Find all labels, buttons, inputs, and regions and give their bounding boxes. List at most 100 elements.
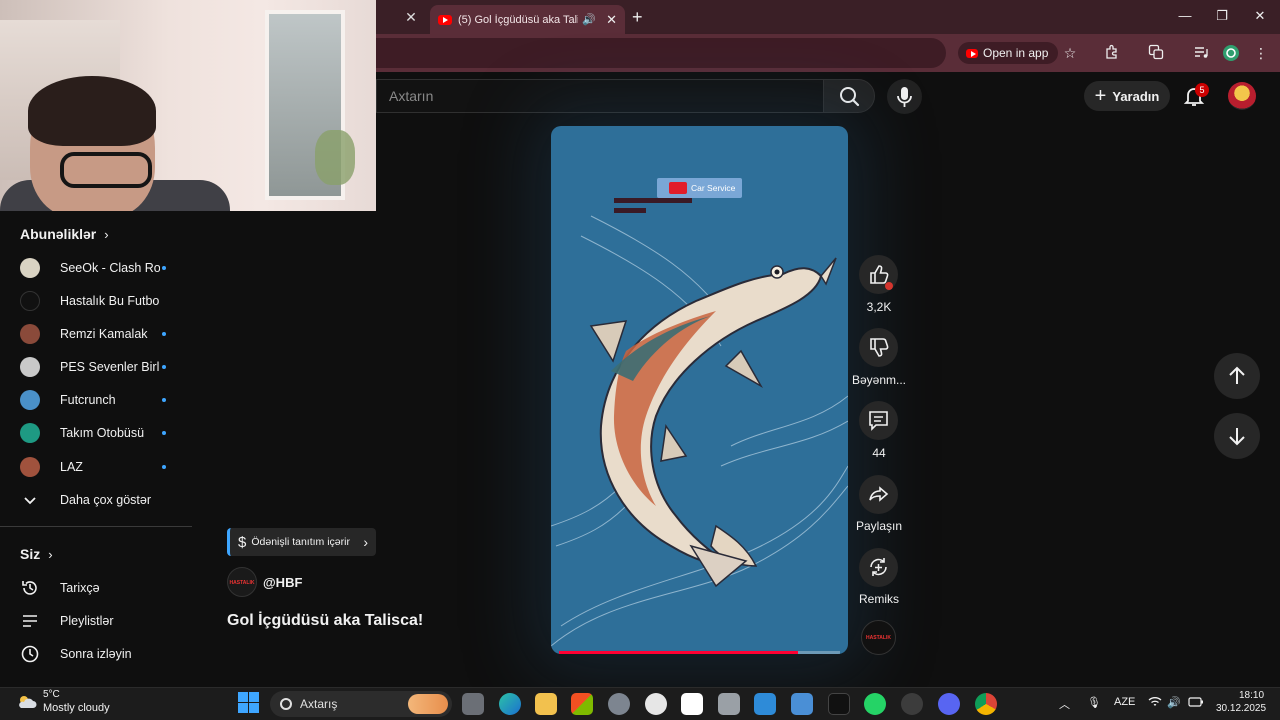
settings-gear-icon[interactable] — [608, 693, 630, 715]
search-input[interactable] — [377, 80, 823, 112]
restore-icon[interactable]: ❐ — [1212, 8, 1232, 24]
sidebar: Abunəliklər › SeeOk - Clash Ro... Hastal… — [0, 211, 192, 687]
input-language[interactable]: AZE — [1114, 696, 1135, 708]
voice-search-button[interactable] — [887, 79, 922, 114]
arrow-down-icon — [1229, 428, 1245, 446]
clock-time[interactable]: 18:10 — [1239, 690, 1264, 701]
browser-menu-icon[interactable]: ⋮ — [1252, 44, 1270, 62]
create-button[interactable]: + Yaradın — [1084, 81, 1170, 111]
recorder-icon[interactable] — [901, 693, 923, 715]
search-icon — [280, 698, 292, 710]
channel-avatar — [20, 323, 40, 344]
show-hidden-icons-icon[interactable]: ︿ — [1059, 696, 1070, 712]
share-label: Paylaşın — [855, 519, 903, 533]
new-content-dot — [162, 364, 166, 369]
search-button[interactable] — [823, 79, 875, 113]
new-content-dot — [162, 397, 166, 402]
taskbar-search-label: Axtarış — [300, 697, 338, 711]
channel-avatar-mini[interactable]: HASTALIK — [861, 620, 896, 655]
usb-drive-icon[interactable] — [718, 693, 740, 715]
video-title: Gol İçgüdüsü aka Talisca! — [227, 612, 424, 629]
new-tab-icon[interactable]: + — [632, 7, 643, 28]
plus-icon: + — [1094, 85, 1107, 107]
weather-cloud-icon[interactable] — [16, 693, 38, 711]
close-tab-icon[interactable]: ✕ — [606, 12, 617, 28]
sidebar-subscription[interactable]: Remzi Kamalak — [0, 317, 192, 350]
translate-icon[interactable] — [1147, 44, 1165, 62]
clock-date[interactable]: 30.12.2025 — [1216, 703, 1266, 714]
microphone-in-use-icon[interactable]: 🎙 — [1087, 696, 1101, 709]
weather-description: Mostly cloudy — [43, 702, 110, 714]
sidebar-subscription[interactable]: SeeOk - Clash Ro... — [0, 251, 192, 284]
file-explorer-icon[interactable] — [535, 693, 557, 715]
show-more-button[interactable]: Daha çox göstər — [0, 483, 192, 516]
sidebar-subscription[interactable]: Hastalık Bu Futbol — [0, 284, 192, 317]
sidebar-item-playlists[interactable]: Pleylistlər — [0, 604, 192, 637]
bookmark-star-icon[interactable]: ☆ — [1061, 44, 1079, 62]
windows-start-icon[interactable] — [238, 692, 259, 713]
chevron-right-icon: › — [363, 534, 368, 550]
sidebar-subscription[interactable]: LAZ — [0, 450, 192, 483]
volume-icon[interactable]: 🔊 — [1167, 696, 1181, 709]
audio-playing-icon[interactable]: 🔊 — [582, 13, 596, 26]
channel-avatar — [20, 257, 40, 278]
salmon-illustration — [551, 215, 848, 647]
next-short-button[interactable] — [1214, 413, 1260, 459]
task-view-icon[interactable] — [462, 693, 484, 715]
tiktok-icon[interactable] — [828, 693, 850, 715]
clock-app-icon[interactable] — [645, 693, 667, 715]
media-controls-icon[interactable] — [1192, 44, 1210, 62]
battery-icon[interactable] — [1188, 696, 1204, 711]
webcam-overlay — [0, 0, 376, 211]
microsoft-store-icon[interactable] — [571, 693, 593, 715]
close-window-icon[interactable]: ✕ — [1250, 8, 1270, 24]
history-label: Tarixçə — [60, 580, 100, 595]
subscriptions-heading[interactable]: Abunəliklər › — [20, 226, 109, 242]
wifi-icon[interactable] — [1148, 696, 1162, 711]
extensions-icon[interactable] — [1103, 44, 1121, 62]
sidebar-item-watch-later[interactable]: Sonra izləyin — [0, 637, 192, 670]
profile-avatar-icon[interactable] — [1222, 44, 1240, 62]
remix-icon — [870, 558, 887, 576]
account-avatar[interactable] — [1228, 82, 1256, 110]
like-button[interactable] — [859, 255, 898, 294]
discord-icon[interactable] — [938, 693, 960, 715]
taskbar-search[interactable]: Axtarış — [270, 691, 452, 717]
playlist-icon — [23, 614, 37, 627]
subscription-name: Hastalık Bu Futbol — [60, 293, 160, 308]
windows-taskbar: 5°C Mostly cloudy Axtarış ︿ 🎙 AZE 🔊 18:1… — [0, 687, 1280, 720]
sidebar-subscription[interactable]: PES Sevenler Birl... — [0, 350, 192, 383]
sidebar-subscription[interactable]: Futcrunch — [0, 383, 192, 416]
new-content-dot — [162, 331, 166, 336]
sidebar-item-history[interactable]: Tarixçə — [0, 571, 192, 604]
browser-tab-active[interactable]: (5) Gol İçgüdüsü aka Talisca 🔊 ✕ — [430, 5, 625, 34]
share-button[interactable] — [859, 475, 898, 514]
sidebar-subscription[interactable]: Takım Otobüsü — [0, 416, 192, 449]
open-in-app-button[interactable]: Open in app — [958, 42, 1059, 64]
comments-button[interactable] — [859, 401, 898, 440]
screen: ✕ (5) Gol İçgüdüsü aka Talisca 🔊 ✕ + — ❐… — [0, 0, 1280, 720]
channel-avatar[interactable]: HASTALIK — [227, 567, 257, 597]
edge-browser-icon[interactable] — [499, 693, 521, 715]
minimize-icon[interactable]: — — [1175, 8, 1195, 23]
remix-button[interactable] — [859, 548, 898, 587]
address-bar[interactable] — [376, 38, 946, 68]
you-heading[interactable]: Siz › — [20, 546, 53, 562]
close-tab-icon[interactable]: ✕ — [402, 9, 420, 25]
search-box — [376, 79, 823, 113]
paid-promotion-notice[interactable]: $ Ödənişli tanıtım içərir › — [227, 528, 376, 556]
notepad-icon[interactable] — [754, 693, 776, 715]
watch-later-label: Sonra izləyin — [60, 646, 132, 661]
previous-short-button[interactable] — [1214, 353, 1260, 399]
shorts-player[interactable]: Car Service — [551, 126, 848, 654]
channel-avatar — [20, 389, 40, 410]
calculator-icon[interactable] — [791, 693, 813, 715]
channel-name[interactable]: @HBF — [263, 575, 302, 590]
dislike-button[interactable] — [859, 328, 898, 367]
webcam-background — [315, 130, 355, 185]
sponsor-overlay-label: Car Service — [691, 183, 736, 193]
chrome-icon[interactable] — [975, 693, 997, 715]
capcut-icon[interactable] — [681, 693, 703, 715]
video-progress-bar[interactable] — [559, 651, 840, 654]
whatsapp-icon[interactable] — [864, 693, 886, 715]
